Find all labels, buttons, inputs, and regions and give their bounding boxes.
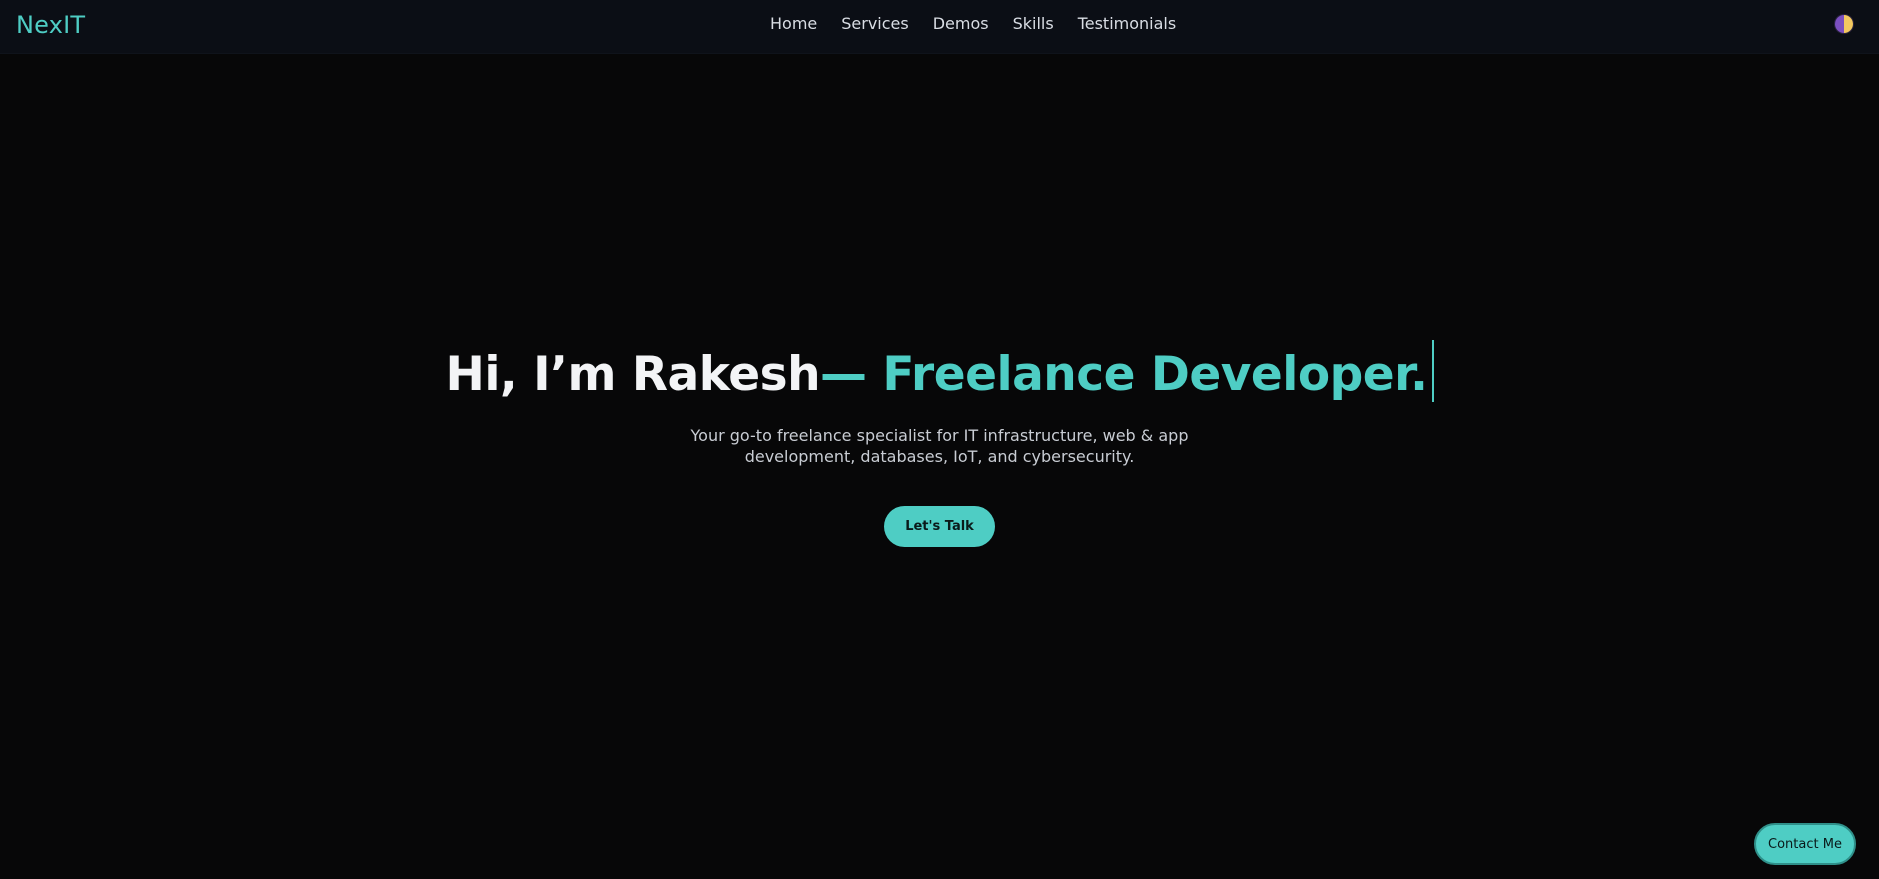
nav-link-skills[interactable]: Skills bbox=[1013, 14, 1054, 34]
hero-title-role: Freelance Developer. bbox=[882, 347, 1428, 402]
page: NexIT Home Services Demos Skills Testimo… bbox=[0, 0, 1879, 879]
top-navbar: NexIT Home Services Demos Skills Testimo… bbox=[0, 0, 1879, 54]
nav-link-testimonials[interactable]: Testimonials bbox=[1078, 14, 1177, 34]
primary-nav: Home Services Demos Skills Testimonials bbox=[770, 14, 1176, 34]
contact-me-button[interactable]: Contact Me bbox=[1754, 823, 1856, 865]
typing-caret bbox=[1431, 340, 1434, 402]
hero-title-name: Hi, I’m Rakesh bbox=[445, 347, 821, 402]
nav-link-services[interactable]: Services bbox=[841, 14, 908, 34]
brand-logo[interactable]: NexIT bbox=[16, 11, 85, 39]
hero-section: Hi, I’m Rakesh— Freelance Developer. You… bbox=[0, 340, 1879, 547]
nav-link-home[interactable]: Home bbox=[770, 14, 817, 34]
hero-title-dash: — bbox=[820, 347, 883, 402]
theme-toggle-icon[interactable] bbox=[1835, 15, 1853, 33]
hero-subtitle: Your go-to freelance specialist for IT i… bbox=[690, 426, 1189, 466]
hero-title: Hi, I’m Rakesh— Freelance Developer. bbox=[445, 340, 1434, 405]
lets-talk-button[interactable]: Let's Talk bbox=[884, 506, 995, 547]
nav-link-demos[interactable]: Demos bbox=[933, 14, 989, 34]
